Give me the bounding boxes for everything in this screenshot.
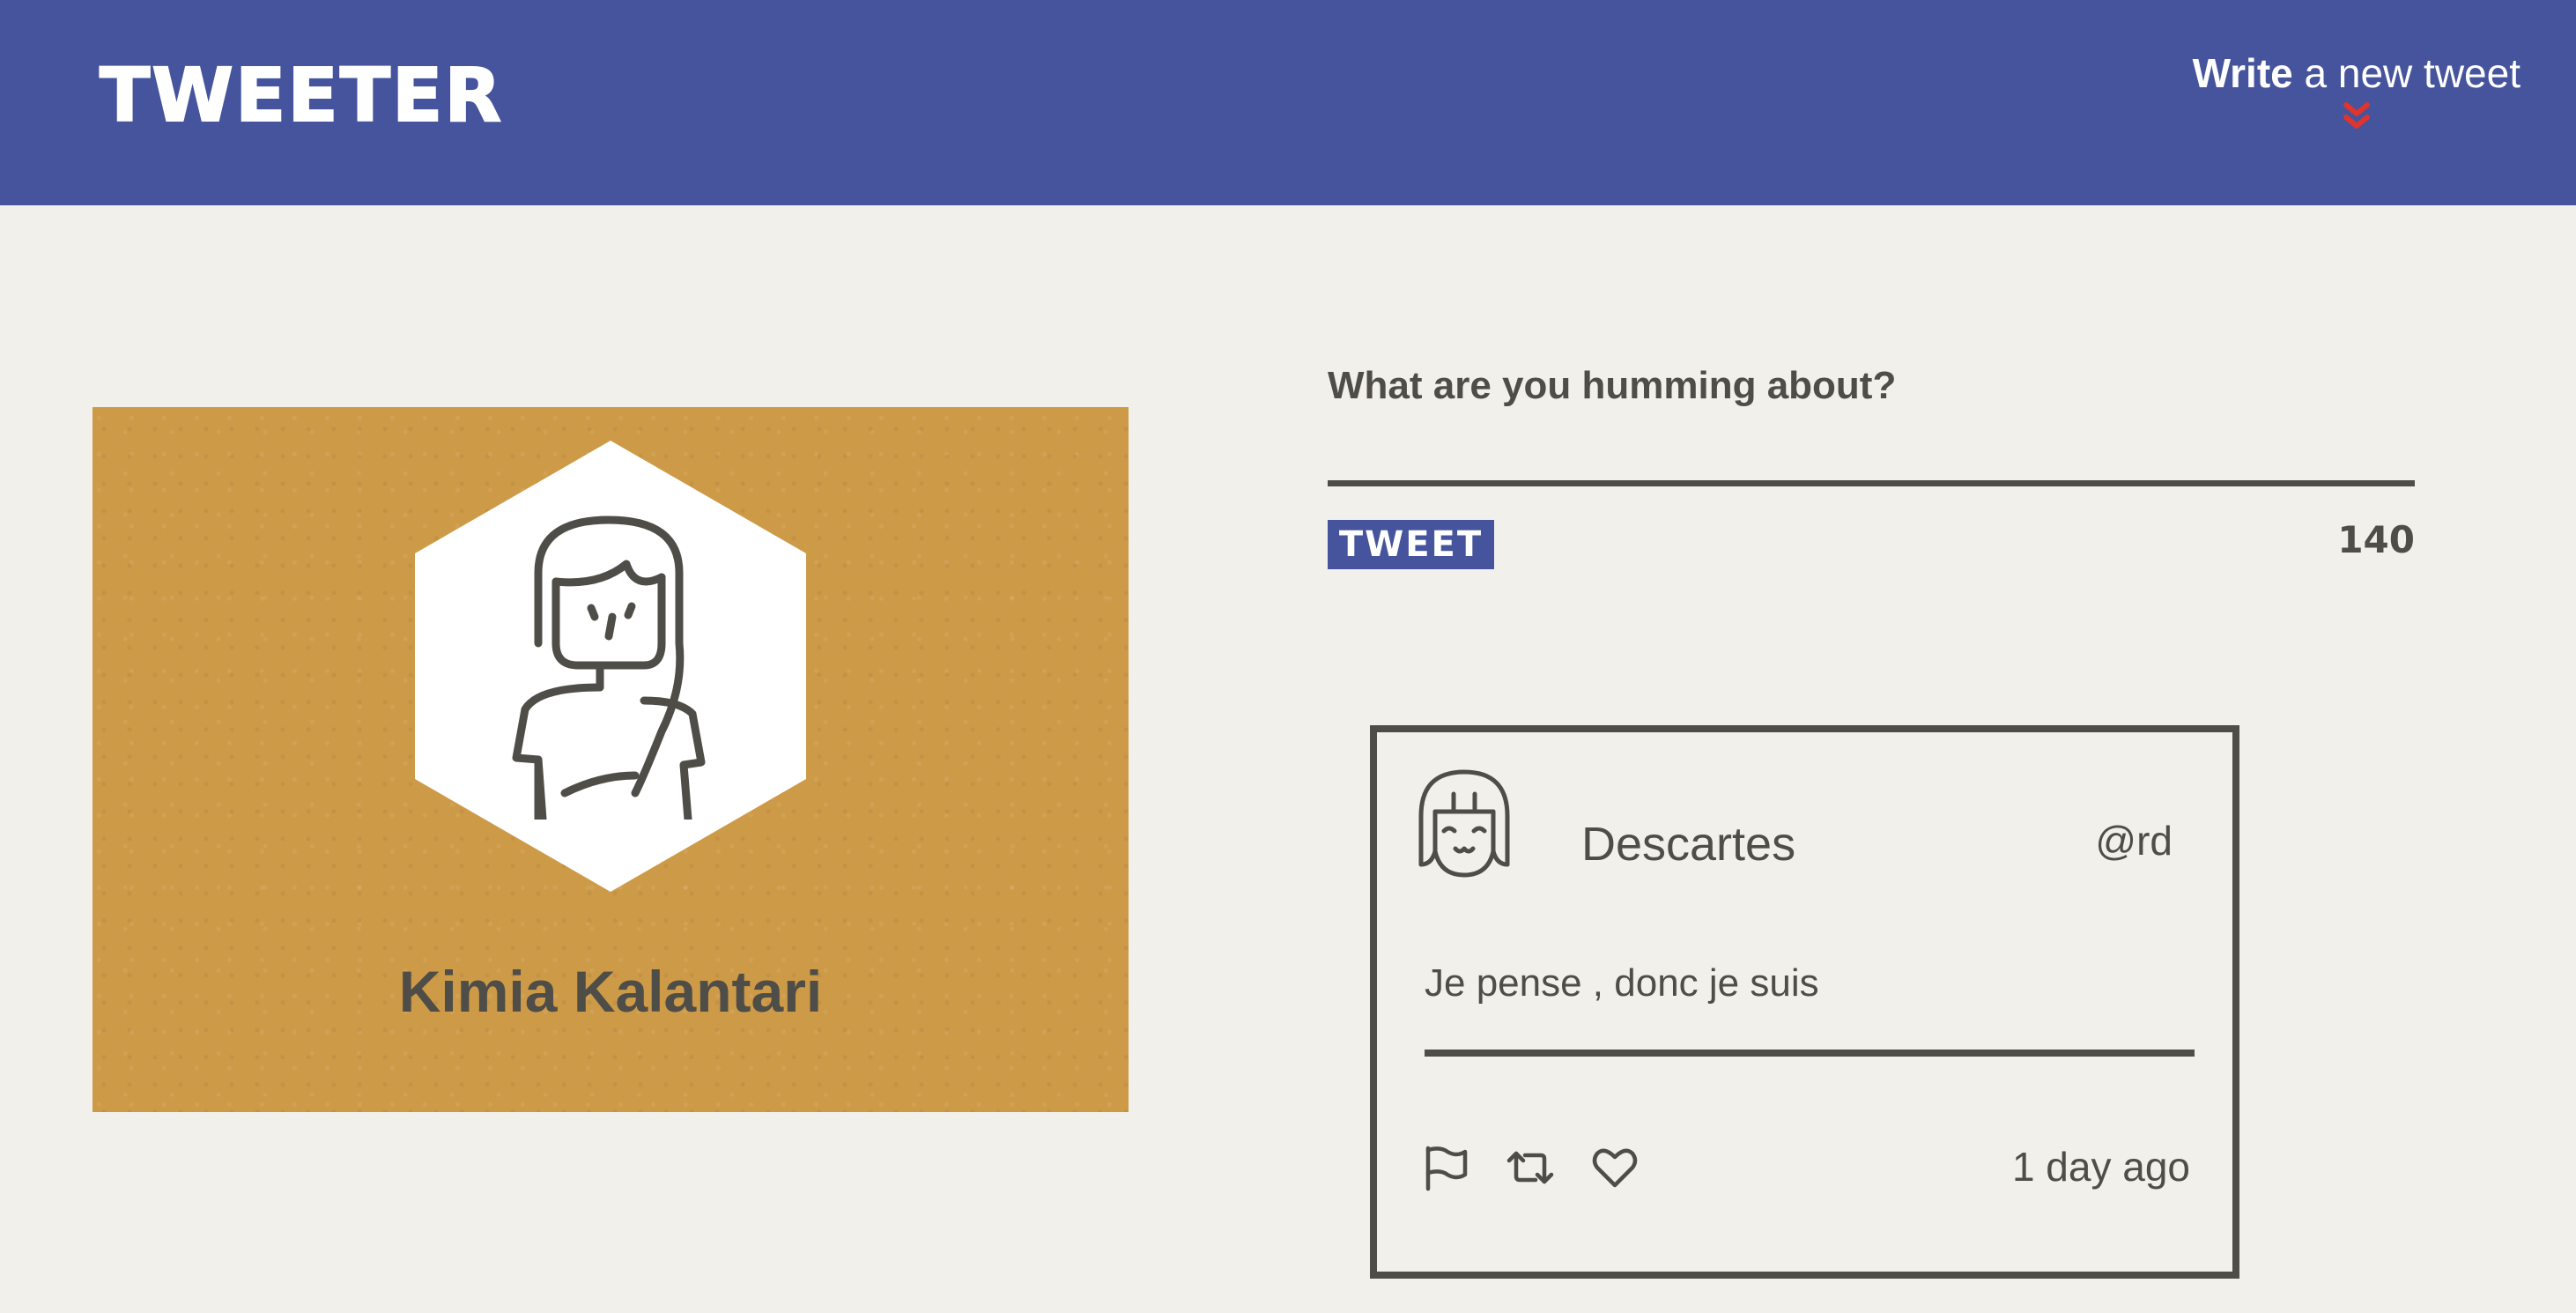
profile-card: Kimia Kalantari — [93, 407, 1129, 1112]
write-new-tweet-link[interactable]: Write a new tweet — [2193, 51, 2520, 135]
character-counter: 140 — [2337, 518, 2415, 561]
tweet-author-name[interactable]: Descartes — [1581, 817, 1795, 872]
smiling-face-avatar-icon — [1418, 769, 1510, 878]
tweet-card: Descartes @rd Je pense , donc je suis 1 … — [1370, 725, 2239, 1279]
compose-tweet-input[interactable] — [1328, 414, 2415, 486]
tweet-actions — [1421, 1141, 1640, 1194]
retweet-icon[interactable] — [1506, 1143, 1555, 1192]
tweet-button[interactable]: TWEET — [1328, 520, 1494, 569]
write-link-strong: Write — [2192, 50, 2293, 96]
compose-label: What are you humming about? — [1328, 364, 1897, 407]
heart-icon[interactable] — [1590, 1143, 1640, 1192]
tweet-divider — [1425, 1050, 2195, 1057]
top-navigation-bar: TWEETER Write a new tweet — [0, 0, 2576, 205]
double-chevron-down-icon[interactable] — [2339, 100, 2374, 135]
brand-logo[interactable]: TWEETER — [99, 57, 503, 133]
tweet-timestamp: 1 day ago — [2011, 1144, 2190, 1190]
tweet-author-handle[interactable]: @rd — [2095, 817, 2173, 864]
write-link-text: a new tweet — [2292, 50, 2521, 96]
user-avatar-icon — [512, 516, 706, 820]
profile-name: Kimia Kalantari — [398, 959, 823, 1024]
tweet-text: Je pense , donc je suis — [1425, 961, 1819, 1005]
flag-icon[interactable] — [1421, 1143, 1470, 1192]
